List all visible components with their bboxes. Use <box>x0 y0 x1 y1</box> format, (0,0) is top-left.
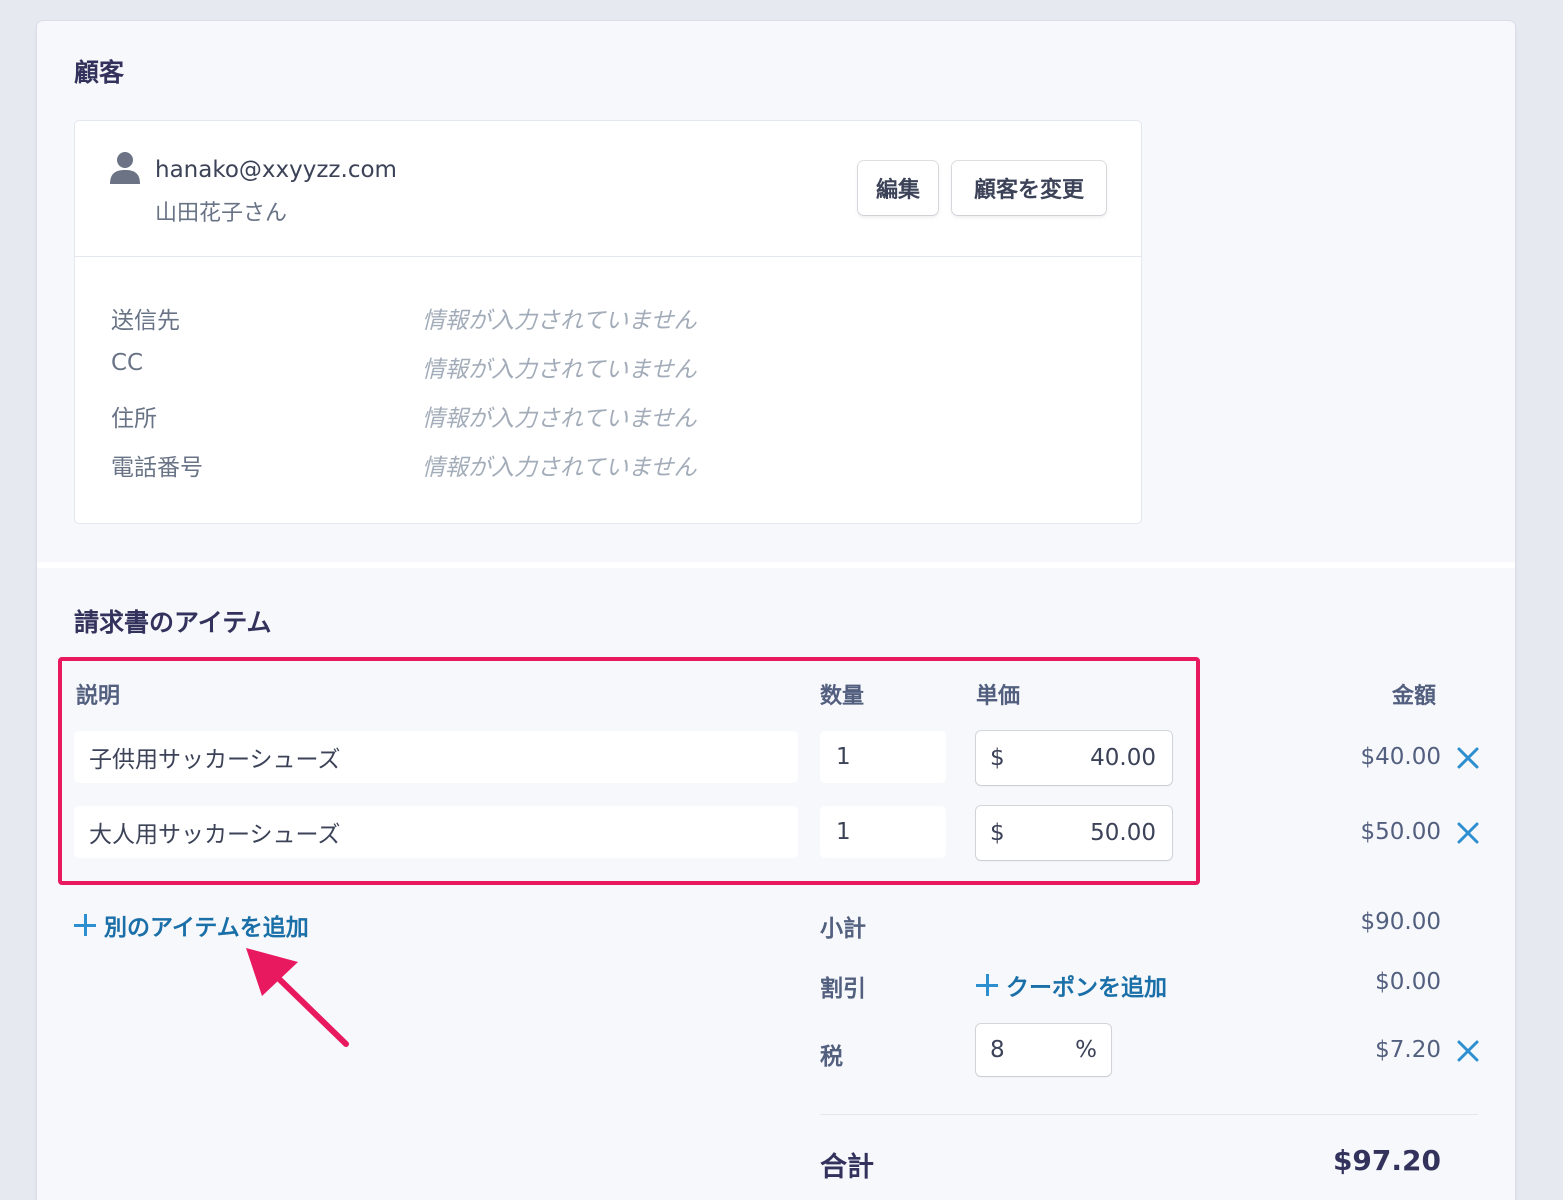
person-icon <box>110 152 140 184</box>
item-unit-price-value: 50.00 <box>1090 820 1156 846</box>
currency-symbol: $ <box>990 745 1005 771</box>
cc-label: CC <box>111 350 144 376</box>
item-quantity-input[interactable]: 1 <box>820 731 946 783</box>
amount-column-header: 金額 <box>1392 684 1437 709</box>
tax-label: 税 <box>820 1044 843 1070</box>
item-unit-price-value: 40.00 <box>1090 745 1156 771</box>
add-coupon-link[interactable]: クーポンを追加 <box>976 968 1167 1002</box>
discount-amount: $0.00 <box>1375 969 1441 995</box>
phone-value: 情報が入力されていません <box>422 455 697 481</box>
add-coupon-label: クーポンを追加 <box>1006 975 1167 1001</box>
item-quantity-input[interactable]: 1 <box>820 806 946 858</box>
address-label: 住所 <box>111 406 157 432</box>
tax-rate-value: 8 <box>990 1037 1005 1063</box>
remove-item-icon[interactable] <box>1457 822 1479 844</box>
item-description-value: 子供用サッカーシューズ <box>89 747 341 773</box>
tax-rate-input[interactable]: 8 % <box>976 1024 1111 1076</box>
total-amount: $97.20 <box>1332 1144 1441 1177</box>
quantity-column-header: 数量 <box>820 684 865 709</box>
customer-summary: hanako@xxyyzz.com 山田花子さん 編集 顧客を変更 <box>75 121 1141 257</box>
description-column-header: 説明 <box>76 684 121 709</box>
item-description-value: 大人用サッカーシューズ <box>89 822 341 848</box>
tax-amount: $7.20 <box>1375 1037 1441 1063</box>
edit-button[interactable]: 編集 <box>858 161 938 215</box>
arrow-annotation <box>246 948 349 1047</box>
customer-email: hanako@xxyyzz.com <box>155 157 397 183</box>
item-amount: $50.00 <box>1360 819 1441 845</box>
plus-icon <box>976 974 998 996</box>
subtotal-amount: $90.00 <box>1360 909 1441 935</box>
plus-icon <box>74 914 96 936</box>
customer-card: hanako@xxyyzz.com 山田花子さん 編集 顧客を変更 送信先 情報… <box>74 120 1142 524</box>
items-section-title: 請求書のアイテム <box>74 608 272 637</box>
item-description-input[interactable]: 大人用サッカーシューズ <box>74 806 798 858</box>
remove-item-icon[interactable] <box>1457 747 1479 769</box>
item-quantity-value: 1 <box>836 819 851 845</box>
customer-name: 山田花子さん <box>155 201 288 226</box>
total-label: 合計 <box>820 1152 874 1183</box>
phone-label: 電話番号 <box>111 455 203 481</box>
item-quantity-value: 1 <box>836 744 851 770</box>
send-to-label: 送信先 <box>111 308 180 334</box>
customer-section-title: 顧客 <box>74 58 125 87</box>
item-description-input[interactable]: 子供用サッカーシューズ <box>74 731 798 783</box>
item-amount: $40.00 <box>1360 744 1441 770</box>
unit-price-column-header: 単価 <box>976 684 1021 709</box>
send-to-value: 情報が入力されていません <box>422 308 697 334</box>
total-divider <box>820 1114 1478 1115</box>
add-item-link[interactable]: 別のアイテムを追加 <box>74 908 309 942</box>
item-unit-price-input[interactable]: $ 40.00 <box>976 731 1172 785</box>
add-item-label: 別のアイテムを追加 <box>104 915 309 941</box>
item-unit-price-input[interactable]: $ 50.00 <box>976 806 1172 860</box>
section-divider <box>37 562 1515 568</box>
discount-label: 割引 <box>820 976 866 1002</box>
address-value: 情報が入力されていません <box>422 406 697 432</box>
cc-value: 情報が入力されていません <box>422 357 697 383</box>
currency-symbol: $ <box>990 820 1005 846</box>
remove-tax-icon[interactable] <box>1457 1040 1479 1062</box>
change-customer-button[interactable]: 顧客を変更 <box>952 161 1106 215</box>
tax-unit: % <box>1075 1037 1097 1063</box>
subtotal-label: 小計 <box>820 916 866 942</box>
